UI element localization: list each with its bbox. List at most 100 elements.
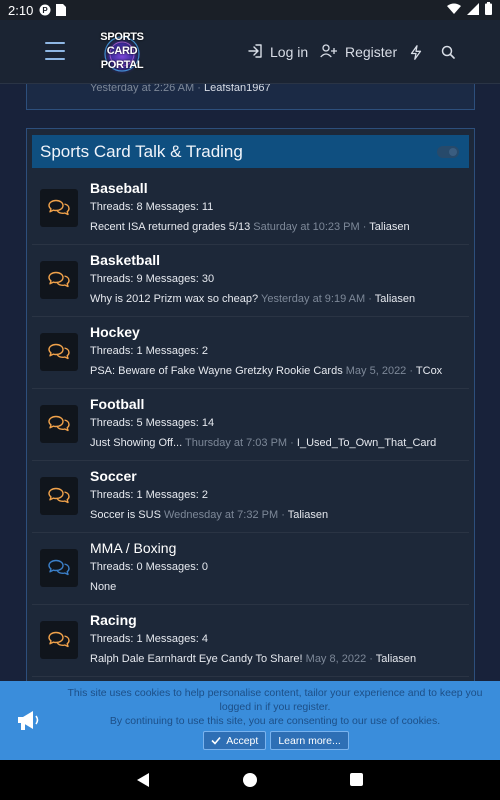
forum-stats: Threads: 1 Messages: 2 xyxy=(90,489,209,501)
forum-latest-post: Soccer is SUS Wednesday at 7:32 PM · Tal… xyxy=(90,509,328,521)
forum-comments-icon[interactable] xyxy=(40,621,78,659)
latest-post-author[interactable]: Taliasen xyxy=(376,653,416,665)
cookie-text-line2: By continuing to use this site, you are … xyxy=(109,715,441,727)
forum-node: Football Threads: 5 Messages: 14 Just Show… xyxy=(32,389,469,461)
separator: · xyxy=(281,509,285,521)
search-icon xyxy=(441,45,455,59)
cookie-notice: This site uses cookies to help personali… xyxy=(0,681,500,760)
forum-comments-icon[interactable] xyxy=(40,261,78,299)
forum-node: Basketball Threads: 9 Messages: 30 Why is … xyxy=(32,245,469,317)
latest-thread-link[interactable]: PSA: Beware of Fake Wayne Gretzky Rookie… xyxy=(90,365,343,377)
app-notification-icon: P xyxy=(39,4,51,16)
category-title[interactable]: Sports Card Talk & Trading xyxy=(40,142,243,162)
latest-thread-link[interactable]: Ralph Dale Earnhardt Eye Candy To Share! xyxy=(90,653,303,665)
latest-thread-link[interactable]: Just Showing Off... xyxy=(90,437,182,449)
latest-post-time: Saturday at 10:23 PM xyxy=(253,221,360,233)
svg-text:P: P xyxy=(43,6,49,15)
login-button[interactable]: Log in xyxy=(248,41,308,63)
latest-post-author[interactable]: I_Used_To_Own_That_Card xyxy=(297,437,436,449)
forum-latest-post: Recent ISA returned grades 5/13 Saturday… xyxy=(90,221,410,233)
forum-comments-icon[interactable] xyxy=(40,405,78,443)
latest-thread-link[interactable]: Recent ISA returned grades 5/13 xyxy=(90,221,250,233)
latest-post-author[interactable]: Taliasen xyxy=(288,509,328,521)
previous-node-latest: Yesterday at 2:26 AM · Leafsfan1967 xyxy=(90,84,271,94)
battery-icon xyxy=(485,2,492,18)
sim-card-icon xyxy=(55,4,67,16)
latest-thread-link[interactable]: Soccer is SUS xyxy=(90,509,161,521)
forum-title[interactable]: Baseball xyxy=(90,180,148,196)
category-block: Sports Card Talk & Trading Baseball Threa… xyxy=(26,128,475,760)
recent-apps-icon[interactable] xyxy=(350,773,363,786)
register-label: Register xyxy=(345,44,398,60)
collapse-toggle-icon[interactable] xyxy=(437,146,459,158)
forum-stats: Threads: 1 Messages: 2 xyxy=(90,345,209,357)
forum-title[interactable]: Soccer xyxy=(90,468,137,484)
forum-latest-post: PSA: Beware of Fake Wayne Gretzky Rookie… xyxy=(90,365,442,377)
separator: · xyxy=(409,365,414,377)
back-icon[interactable] xyxy=(135,772,151,788)
cookie-buttons: Accept Learn more... xyxy=(0,731,500,750)
forum-stats: Threads: 5 Messages: 14 xyxy=(90,417,215,429)
forum-node: Soccer Threads: 1 Messages: 2 Soccer is SU… xyxy=(32,461,469,533)
latest-thread-link: None xyxy=(90,581,117,593)
home-icon[interactable] xyxy=(243,773,257,787)
bolt-icon xyxy=(410,44,422,60)
latest-post-author[interactable]: Taliasen xyxy=(369,221,409,233)
login-label: Log in xyxy=(270,44,309,60)
forum-latest-post: Why is 2012 Prizm wax so cheap? Yesterda… xyxy=(90,293,415,305)
separator: · xyxy=(368,293,372,305)
latest-post-author[interactable]: TCox xyxy=(416,365,442,377)
register-button[interactable]: Register xyxy=(320,41,397,63)
latest-thread-link[interactable]: Why is 2012 Prizm wax so cheap? xyxy=(90,293,258,305)
separator: · xyxy=(362,221,367,233)
latest-post-time: Yesterday at 9:19 AM xyxy=(261,293,366,305)
system-nav-bar xyxy=(0,760,500,800)
latest-post-time: Thursday at 7:03 PM xyxy=(184,437,288,449)
forum-node: Racing Threads: 1 Messages: 4 Ralph Dale E… xyxy=(32,605,469,677)
forum-latest-post: Just Showing Off... Thursday at 7:03 PM … xyxy=(90,437,436,449)
forum-stats: Threads: 9 Messages: 30 xyxy=(90,273,215,285)
main-content: Yesterday at 2:26 AM · Leafsfan1967 Spor… xyxy=(0,84,500,760)
previous-node-user[interactable]: Leafsfan1967 xyxy=(204,84,271,94)
forum-node: Hockey Threads: 1 Messages: 2 PSA: Beware … xyxy=(32,317,469,389)
forum-comments-icon[interactable] xyxy=(40,333,78,371)
forum-comments-icon[interactable] xyxy=(40,477,78,515)
menu-icon[interactable] xyxy=(45,42,65,60)
forum-title[interactable]: Racing xyxy=(90,612,137,628)
accept-cookies-button[interactable]: Accept xyxy=(203,731,267,750)
previous-node-time: Yesterday at 2:26 AM xyxy=(90,84,195,94)
forum-node: MMA / Boxing Threads: 0 Messages: 0 None xyxy=(32,533,469,605)
forum-stats: Threads: 8 Messages: 11 xyxy=(90,201,214,213)
forum-node: Baseball Threads: 8 Messages: 11 Recent IS… xyxy=(32,173,469,245)
latest-post-author[interactable]: Taliasen xyxy=(375,293,415,305)
add-user-icon xyxy=(320,43,337,61)
status-bar: 2:10 P xyxy=(0,0,500,20)
forum-title[interactable]: Football xyxy=(90,396,144,412)
login-icon xyxy=(248,43,262,61)
app-header: SPORTS CARD PORTAL Log in Register xyxy=(0,20,500,84)
forum-comments-icon[interactable] xyxy=(40,549,78,587)
check-icon xyxy=(211,736,221,745)
search-button[interactable] xyxy=(439,41,457,63)
latest-post-time: May 8, 2022 xyxy=(305,653,367,665)
cookie-text-line1: This site uses cookies to help personali… xyxy=(67,687,483,713)
cookie-text: This site uses cookies to help personali… xyxy=(52,686,498,728)
forum-title[interactable]: Basketball xyxy=(90,252,160,268)
learn-more-button[interactable]: Learn more... xyxy=(270,731,349,750)
site-logo[interactable]: SPORTS CARD PORTAL xyxy=(86,26,158,78)
separator: · xyxy=(197,84,201,94)
category-header[interactable]: Sports Card Talk & Trading xyxy=(32,135,469,168)
forum-comments-icon[interactable] xyxy=(40,189,78,227)
forum-title[interactable]: MMA / Boxing xyxy=(90,540,176,556)
forum-latest-post: Ralph Dale Earnhardt Eye Candy To Share!… xyxy=(90,653,416,665)
forum-stats: Threads: 1 Messages: 4 xyxy=(90,633,209,645)
learn-more-label: Learn more... xyxy=(278,734,341,747)
status-time: 2:10 xyxy=(8,2,34,18)
megaphone-icon xyxy=(16,709,42,733)
latest-post-time: May 5, 2022 xyxy=(345,365,407,377)
latest-post-time: Wednesday at 7:32 PM xyxy=(163,509,279,521)
separator: · xyxy=(369,653,373,665)
accept-label: Accept xyxy=(226,734,259,747)
forum-title[interactable]: Hockey xyxy=(90,324,140,340)
whats-new-button[interactable] xyxy=(408,41,424,63)
